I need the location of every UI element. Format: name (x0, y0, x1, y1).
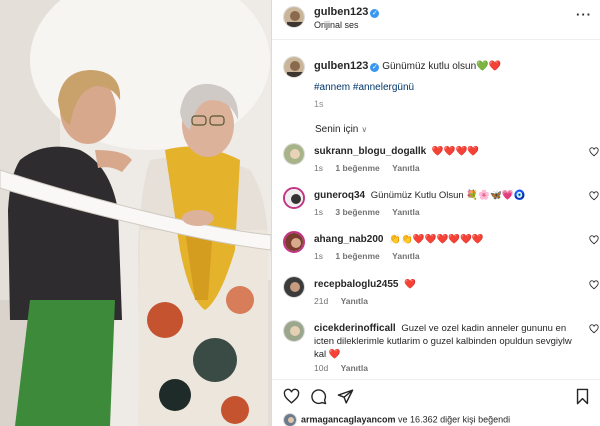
comment-text: Günümüz Kutlu Olsun 💐🌸🦋💗🧿 (370, 190, 526, 201)
likes-summary: armagancaglayancom ve 16.362 diğer kişi … (283, 413, 510, 426)
commenter-username[interactable]: sukrann_blogu_dogallk (314, 146, 426, 157)
author-avatar[interactable] (283, 6, 305, 28)
post-panel: gulben123 ✓ Orijinal ses ··· gulben123 ✓ G… (271, 0, 600, 426)
liker-avatar[interactable] (283, 413, 297, 426)
caption-emoji: 💚❤️ (476, 61, 502, 72)
comment-text: 👏👏❤️❤️❤️❤️❤️❤️ (389, 234, 484, 245)
commenter-avatar[interactable] (283, 143, 305, 165)
caption-author-avatar[interactable] (283, 56, 305, 78)
post-header: gulben123 ✓ Orijinal ses ··· (272, 0, 600, 40)
reply-button[interactable]: Yanıtla (341, 363, 368, 373)
comment-meta: 10d Yanıtla (314, 363, 378, 373)
commenter-avatar[interactable] (283, 231, 305, 253)
commenter-username[interactable]: guneroq34 (314, 190, 365, 201)
liker-username[interactable]: armagancaglayancom (301, 414, 396, 424)
commenter-username[interactable]: recepbaloglu2455 (314, 279, 398, 290)
likes-count-text[interactable]: ve 16.362 diğer kişi beğendi (396, 414, 510, 424)
comment-body: recepbaloglu2455 ❤️ (314, 278, 576, 291)
post-video[interactable] (0, 0, 271, 426)
caption-text: gulben123 ✓ Günümüz kutlu olsun💚❤️ (314, 60, 584, 73)
comment-time: 21d (314, 296, 329, 306)
author-username-text[interactable]: gulben123 (314, 6, 368, 18)
comment-meta: 1s 1 beğenme Yanıtla (314, 163, 430, 173)
caption-message: Günümüz kutlu olsun (382, 61, 477, 72)
share-paper-plane-icon[interactable] (337, 388, 354, 405)
comment-likes[interactable]: 3 beğenme (335, 207, 379, 217)
like-heart-icon[interactable] (283, 388, 300, 405)
video-frame-illustration (0, 0, 271, 426)
caption-username[interactable]: gulben123 (314, 60, 368, 72)
commenter-username[interactable]: cicekderinofficall (314, 323, 396, 334)
comment-time: 1s (314, 207, 323, 217)
comment-body: guneroq34 Günümüz Kutlu Olsun 💐🌸🦋💗🧿 (314, 189, 576, 202)
verified-badge-icon: ✓ (370, 63, 380, 72)
comment-body: sukrann_blogu_dogallk ❤️❤️❤️❤️ (314, 145, 576, 158)
comment-meta: 21d Yanıtla (314, 296, 378, 306)
reply-button[interactable]: Yanıtla (341, 296, 368, 306)
comment-time: 1s (314, 251, 323, 261)
reply-button[interactable]: Yanıtla (392, 251, 419, 261)
reply-button[interactable]: Yanıtla (392, 207, 419, 217)
caption-time: 1s (314, 99, 324, 109)
verified-badge-icon: ✓ (370, 9, 380, 18)
like-comment-heart-icon[interactable] (589, 235, 599, 245)
comment-body: cicekderinofficall Guzel ve ozel kadin a… (314, 322, 576, 361)
author-username[interactable]: gulben123 ✓ (314, 6, 380, 18)
commenter-avatar[interactable] (283, 187, 305, 209)
chevron-down-icon: ∨ (361, 125, 368, 134)
audio-label[interactable]: Orijinal ses (314, 20, 359, 30)
comment-likes[interactable]: 1 beğenme (335, 163, 379, 173)
comment-text: ❤️❤️❤️❤️ (431, 146, 480, 157)
reply-button[interactable]: Yanıtla (392, 163, 419, 173)
like-comment-heart-icon[interactable] (589, 147, 599, 157)
like-comment-heart-icon[interactable] (589, 324, 599, 334)
comment-text: ❤️ (404, 279, 416, 290)
comment-meta: 1s 3 beğenme Yanıtla (314, 207, 430, 217)
more-options-icon[interactable]: ··· (576, 7, 592, 22)
save-bookmark-icon[interactable] (575, 388, 590, 405)
like-comment-heart-icon[interactable] (589, 191, 599, 201)
commenter-username[interactable]: ahang_nab200 (314, 234, 383, 245)
comment-sort-label[interactable]: Senin için (315, 124, 358, 135)
comment-time: 10d (314, 363, 329, 373)
post-action-bar (272, 379, 600, 413)
comment-sort-dropdown[interactable]: Senin için ∨ (315, 124, 367, 135)
comment-time: 1s (314, 163, 323, 173)
commenter-avatar[interactable] (283, 320, 305, 342)
comment-body: ahang_nab200 👏👏❤️❤️❤️❤️❤️❤️ (314, 233, 576, 246)
commenter-avatar[interactable] (283, 276, 305, 298)
caption-hashtags[interactable]: #annem #annelergünü (314, 82, 414, 93)
comment-meta: 1s 1 beğenme Yanıtla (314, 251, 430, 261)
comment-bubble-icon[interactable] (310, 388, 327, 405)
comment-likes[interactable]: 1 beğenme (335, 251, 379, 261)
like-comment-heart-icon[interactable] (589, 280, 599, 290)
